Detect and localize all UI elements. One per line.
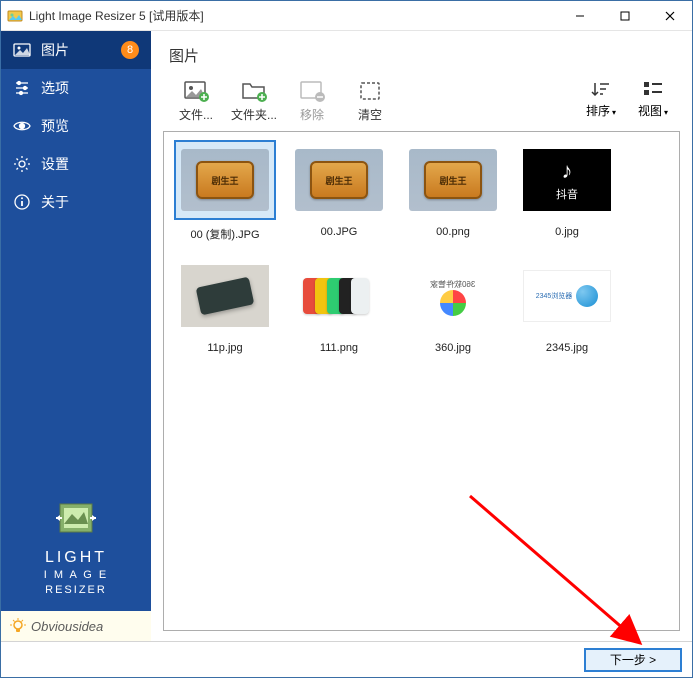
- tool-label: 文件夹...: [231, 106, 277, 123]
- tool-label: 视图: [638, 104, 662, 118]
- count-badge: 8: [121, 41, 139, 59]
- file-name: 111.png: [320, 342, 358, 354]
- maximize-button[interactable]: [602, 1, 647, 30]
- sidebar-item-label: 预览: [41, 116, 69, 136]
- file-name: 11p.jpg: [207, 342, 242, 354]
- chevron-down-icon: ▾: [664, 108, 668, 117]
- tool-label: 排序: [586, 104, 610, 118]
- app-window: Light Image Resizer 5 [试用版本] 图片 8 选项: [0, 0, 693, 678]
- clear-button[interactable]: 清空: [341, 80, 399, 123]
- file-thumbnail: [290, 258, 388, 334]
- sort-button[interactable]: 排序▾: [578, 80, 624, 119]
- sidebar-item-options[interactable]: 选项: [1, 69, 151, 107]
- page-title: 图片: [169, 45, 680, 66]
- sidebar-item-about[interactable]: 关于: [1, 183, 151, 221]
- app-icon: [7, 8, 23, 24]
- clear-icon: [356, 80, 384, 102]
- logo-icon: [52, 494, 100, 542]
- file-thumbnail: 剧生王: [176, 142, 274, 218]
- file-item[interactable]: 111.png: [282, 254, 396, 366]
- sidebar-item-pictures[interactable]: 图片 8: [1, 31, 151, 69]
- file-thumbnail: 剧生王: [404, 142, 502, 218]
- tool-label: 清空: [358, 106, 382, 123]
- main-pane: 图片 文件... 文件夹...: [151, 31, 692, 641]
- file-item[interactable]: 剧生王 00 (复制).JPG: [168, 138, 282, 254]
- tool-label: 文件...: [179, 106, 213, 123]
- sidebar-item-label: 图片: [41, 40, 69, 60]
- file-item[interactable]: ♪抖音 0.jpg: [510, 138, 624, 254]
- add-file-button[interactable]: 文件...: [167, 80, 225, 123]
- sort-icon: [589, 80, 613, 98]
- file-name: 0.jpg: [555, 226, 579, 238]
- file-grid: 剧生王 00 (复制).JPG 剧生王 00.JPG 剧生王 00.png ♪抖音 0.jpg…: [168, 138, 675, 366]
- view-icon: [641, 80, 665, 98]
- file-thumbnail: 剧生王: [290, 142, 388, 218]
- info-icon: [13, 193, 31, 211]
- file-item[interactable]: 11p.jpg: [168, 254, 282, 366]
- minimize-button[interactable]: [557, 1, 602, 30]
- next-button-label: 下一步 >: [610, 651, 656, 668]
- lightbulb-icon: [9, 617, 27, 635]
- file-name: 00.png: [436, 226, 470, 238]
- gear-icon: [13, 155, 31, 173]
- sidebar-item-label: 设置: [41, 154, 69, 174]
- window-controls: [557, 1, 692, 30]
- file-name: 2345.jpg: [546, 342, 588, 354]
- sidebar-item-preview[interactable]: 预览: [1, 107, 151, 145]
- sidebar-item-label: 选项: [41, 78, 69, 98]
- sidebar-item-label: 关于: [41, 192, 69, 212]
- file-thumbnail: [176, 258, 274, 334]
- file-grid-container: 剧生王 00 (复制).JPG 剧生王 00.JPG 剧生王 00.png ♪抖音 0.jpg…: [163, 131, 680, 631]
- close-button[interactable]: [647, 1, 692, 30]
- file-name: 00.JPG: [321, 226, 358, 238]
- sliders-icon: [13, 79, 31, 97]
- file-item[interactable]: 2345浏览器 2345.jpg: [510, 254, 624, 366]
- view-button[interactable]: 视图▾: [630, 80, 676, 119]
- footer: 下一步 >: [1, 641, 692, 677]
- toolbar-right: 排序▾ 视图▾: [578, 80, 676, 119]
- file-thumbnail: 2345浏览器: [518, 258, 616, 334]
- remove-button[interactable]: 移除: [283, 80, 341, 123]
- window-title: Light Image Resizer 5 [试用版本]: [29, 7, 557, 24]
- file-name: 360.jpg: [435, 342, 471, 354]
- product-logo: LIGHT I M A G E RESIZER: [1, 484, 151, 611]
- remove-icon: [298, 80, 326, 102]
- file-item[interactable]: 剧生王 00.png: [396, 138, 510, 254]
- brand-bar[interactable]: Obviousidea: [1, 611, 151, 641]
- add-folder-button[interactable]: 文件夹...: [225, 80, 283, 123]
- file-thumbnail: ♪抖音: [518, 142, 616, 218]
- add-file-icon: [182, 80, 210, 102]
- brand-text: Obviousidea: [31, 619, 103, 634]
- sidebar-item-settings[interactable]: 设置: [1, 145, 151, 183]
- sidebar: 图片 8 选项 预览 设置: [1, 31, 151, 641]
- next-button[interactable]: 下一步 >: [584, 648, 682, 672]
- tool-label: 移除: [300, 106, 324, 123]
- add-folder-icon: [240, 80, 268, 102]
- file-thumbnail: 360软件管家: [404, 258, 502, 334]
- toolbar: 文件... 文件夹... 移除: [163, 80, 680, 131]
- title-bar: Light Image Resizer 5 [试用版本]: [1, 1, 692, 31]
- app-body: 图片 8 选项 预览 设置: [1, 31, 692, 641]
- picture-icon: [13, 41, 31, 59]
- chevron-down-icon: ▾: [612, 108, 616, 117]
- product-name: LIGHT I M A G E RESIZER: [44, 548, 108, 597]
- file-item[interactable]: 360软件管家 360.jpg: [396, 254, 510, 366]
- file-name: 00 (复制).JPG: [190, 226, 259, 242]
- sidebar-spacer: [1, 221, 151, 484]
- file-item[interactable]: 剧生王 00.JPG: [282, 138, 396, 254]
- eye-icon: [13, 117, 31, 135]
